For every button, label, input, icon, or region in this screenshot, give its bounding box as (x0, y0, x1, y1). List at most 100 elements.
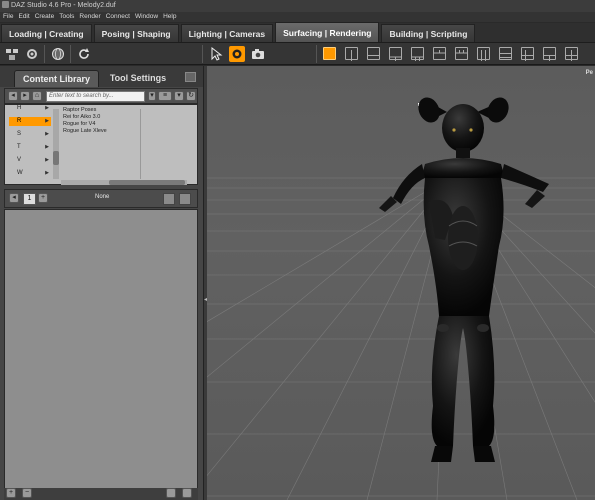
tree-horizontal-scrollbar[interactable] (61, 180, 187, 185)
folder-letter-s[interactable]: S ▶ (9, 130, 51, 139)
layout-three-right-button[interactable] (411, 47, 424, 61)
file-item[interactable]: Rogue for V4 (63, 121, 95, 127)
menu-connect[interactable]: Connect (106, 12, 130, 22)
add-icon[interactable]: + (6, 488, 16, 498)
menu-file[interactable]: File (3, 12, 13, 22)
activity-tab-row: Loading | Creating Posing | Shaping Ligh… (0, 22, 595, 43)
universal-tool-icon[interactable] (229, 46, 245, 62)
folder-letter-r[interactable]: R ▶ (9, 117, 51, 126)
black-cat-figure (379, 97, 549, 462)
folder-letter-h[interactable]: H ▶ (9, 104, 51, 113)
layout-two-column-button[interactable] (345, 47, 358, 61)
pane-menu-icon[interactable] (185, 72, 196, 82)
list-view-toggle[interactable] (179, 193, 191, 205)
file-item[interactable]: Rei for Aiko 3.0 (63, 114, 100, 120)
toolbar-divider (202, 45, 203, 63)
viewport-label[interactable]: Pe (586, 70, 593, 76)
expand-arrow-icon: ▶ (45, 170, 49, 176)
folder-letter-t[interactable]: T ▶ (9, 143, 51, 152)
pointer-icon[interactable] (208, 46, 224, 62)
refresh-library-icon[interactable]: ↻ (186, 91, 196, 101)
home-icon[interactable]: ⌂ (32, 91, 42, 101)
tab-surfacing-rendering[interactable]: Surfacing | Rendering (275, 22, 380, 42)
layout-three-left-button[interactable] (389, 47, 402, 61)
tree-scrollbar[interactable] (53, 109, 59, 179)
toolbar-divider (70, 45, 71, 63)
expand-arrow-icon: ▶ (45, 131, 49, 137)
3d-viewport[interactable]: Pe (207, 66, 595, 500)
floor-grid (207, 175, 595, 500)
layout-three-top-button[interactable] (433, 47, 446, 60)
letter-label: S (17, 131, 22, 137)
folder-letter-w[interactable]: W ▶ (9, 169, 51, 178)
layout-split-top-button[interactable] (543, 47, 556, 61)
results-pager: ◂ 1 + None (4, 189, 198, 208)
layout-single-view-button[interactable] (323, 47, 336, 60)
main-toolbar (0, 43, 595, 65)
viewport-scene (207, 97, 595, 500)
letter-label: T (17, 144, 21, 150)
search-input[interactable]: Enter text to search by... (46, 91, 145, 102)
menu-help[interactable]: Help (163, 12, 176, 22)
layout-grid-wide-button[interactable] (521, 47, 534, 61)
settings-icon[interactable] (24, 46, 40, 62)
menu-edit[interactable]: Edit (18, 12, 29, 22)
layout-four-grid-button[interactable] (565, 47, 578, 61)
tab-lighting-cameras[interactable]: Lighting | Cameras (180, 24, 274, 42)
daz-studio-window: DAZ Studio 4.6 Pro - Melody2.duf File Ed… (0, 0, 595, 500)
layout-stacked-button[interactable] (499, 47, 512, 60)
folder-letter-v[interactable]: V ▶ (9, 156, 51, 165)
expand-arrow-icon: ▶ (45, 105, 49, 111)
app-icon (2, 1, 9, 8)
scrollbar-thumb[interactable] (109, 180, 185, 185)
back-arrow-icon[interactable]: ◂ (8, 91, 18, 101)
tab-posing-shaping[interactable]: Posing | Shaping (93, 24, 179, 42)
expand-arrow-icon: ▶ (45, 157, 49, 163)
menu-bar: File Edit Create Tools Render Connect Wi… (0, 12, 595, 22)
expand-arrow-icon: ▶ (45, 118, 49, 124)
forward-arrow-icon[interactable]: ▸ (20, 91, 30, 101)
menu-window[interactable]: Window (135, 12, 158, 22)
menu-render[interactable]: Render (79, 12, 100, 22)
layout-side-by-side-button[interactable] (477, 47, 490, 61)
file-item[interactable]: Rogue Late Xleve (63, 128, 107, 134)
options-icon[interactable] (182, 488, 192, 498)
expand-arrow-icon: ▶ (45, 144, 49, 150)
library-nav-bar: ◂ ▸ ⌂ Enter text to search by... ▾ ≡ ▾ ↻ (4, 88, 198, 104)
letter-label: H (17, 105, 22, 111)
menu-tools[interactable]: Tools (59, 12, 74, 22)
letter-label: R (17, 118, 22, 124)
tab-content-library[interactable]: Content Library (14, 70, 99, 87)
file-item[interactable]: Raptor Poses (63, 107, 96, 113)
prev-page-icon[interactable]: ◂ (9, 193, 19, 203)
window-title: DAZ Studio 4.6 Pro - Melody2.duf (11, 2, 116, 9)
view-mode-dropdown-icon[interactable]: ▾ (174, 91, 184, 101)
letter-label: W (17, 170, 23, 176)
search-dropdown-icon[interactable]: ▾ (148, 91, 156, 101)
results-area[interactable] (4, 209, 198, 489)
pane-bottom-bar: + − (4, 488, 198, 500)
tab-tool-settings[interactable]: Tool Settings (104, 70, 172, 87)
layout-two-row-button[interactable] (367, 47, 380, 60)
refresh-icon[interactable] (76, 46, 92, 62)
tab-building-scripting[interactable]: Building | Scripting (381, 24, 476, 42)
page-number[interactable]: 1 (23, 193, 36, 205)
toolbar-divider (316, 45, 317, 63)
menu-create[interactable]: Create (35, 12, 55, 22)
scene-icon[interactable] (4, 46, 20, 62)
icon-view-toggle[interactable] (163, 193, 175, 205)
filter-label: None (95, 194, 110, 200)
tab-loading-creating[interactable]: Loading | Creating (1, 24, 92, 42)
globe-icon[interactable] (50, 46, 66, 62)
library-tree: H ▶ R ▶ S ▶ T ▶ V ▶ W ▶ Raptor Poses Rei for A… (4, 104, 198, 185)
layout-three-bottom-button[interactable] (455, 47, 468, 60)
scrollbar-thumb[interactable] (53, 151, 59, 165)
pane-tab-bar: Content Library Tool Settings (0, 66, 203, 87)
content-library-pane: Content Library Tool Settings ◂ ▸ ⌂ Ente… (0, 66, 203, 500)
remove-icon[interactable]: − (22, 488, 32, 498)
view-mode-icon[interactable]: ≡ (158, 91, 172, 101)
render-camera-icon[interactable] (250, 46, 266, 62)
options-icon[interactable] (166, 488, 176, 498)
tree-column-divider (140, 109, 141, 179)
next-page-icon[interactable]: + (38, 193, 48, 203)
